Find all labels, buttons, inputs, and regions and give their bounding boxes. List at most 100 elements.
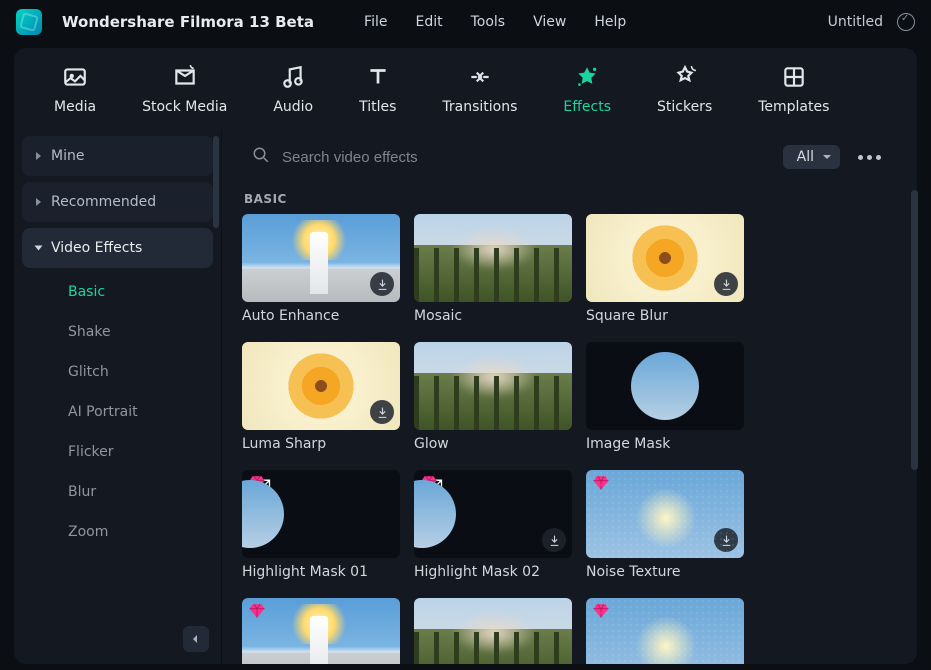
tab-label: Stickers bbox=[657, 99, 712, 115]
effect-thumbnail bbox=[586, 470, 744, 558]
title-bar: Wondershare Filmora 13 Beta File Edit Tool… bbox=[0, 0, 931, 44]
effect-card[interactable] bbox=[586, 598, 744, 664]
tab-effects[interactable]: Effects bbox=[563, 63, 611, 115]
tab-label: Media bbox=[54, 99, 96, 115]
effect-card[interactable]: Image Mask bbox=[586, 342, 744, 452]
menu-item-edit[interactable]: Edit bbox=[415, 14, 442, 30]
search-icon bbox=[252, 146, 270, 168]
sidebar-subitem-glitch[interactable]: Glitch bbox=[22, 354, 213, 390]
effect-name: Auto Enhance bbox=[242, 308, 400, 324]
tab-templates[interactable]: Templates bbox=[758, 63, 829, 115]
effects-icon bbox=[573, 63, 601, 91]
effect-thumbnail bbox=[414, 598, 572, 664]
effect-card[interactable] bbox=[242, 598, 400, 664]
main-menu: File Edit Tools View Help bbox=[364, 14, 626, 30]
audio-icon bbox=[279, 63, 307, 91]
effect-card[interactable]: Luma Sharp bbox=[242, 342, 400, 452]
chevron-right-icon bbox=[36, 152, 41, 160]
download-button[interactable] bbox=[542, 528, 566, 552]
download-button[interactable] bbox=[714, 272, 738, 296]
menu-item-view[interactable]: View bbox=[533, 14, 566, 30]
menu-item-help[interactable]: Help bbox=[594, 14, 626, 30]
sidebar-scrollbar[interactable] bbox=[213, 136, 219, 228]
download-button[interactable] bbox=[370, 272, 394, 296]
effect-name: Highlight Mask 01 bbox=[242, 564, 400, 580]
sidebar-subitem-zoom[interactable]: Zoom bbox=[22, 514, 213, 550]
filter-dropdown[interactable]: All bbox=[783, 145, 840, 169]
document-title: Untitled bbox=[828, 14, 883, 30]
media-icon bbox=[61, 63, 89, 91]
tab-label: Effects bbox=[563, 99, 611, 115]
tab-media[interactable]: Media bbox=[54, 63, 96, 115]
sidebar-subitem-shake[interactable]: Shake bbox=[22, 314, 213, 350]
tab-label: Transitions bbox=[442, 99, 517, 115]
sidebar-item-mine[interactable]: Mine bbox=[22, 136, 213, 176]
sidebar-subitem-blur[interactable]: Blur bbox=[22, 474, 213, 510]
effect-thumbnail bbox=[242, 598, 400, 664]
more-options-button[interactable] bbox=[852, 155, 887, 160]
sidebar-subitem-flicker[interactable]: Flicker bbox=[22, 434, 213, 470]
effect-thumbnail bbox=[242, 470, 400, 558]
sidebar-subitem-ai-portrait[interactable]: AI Portrait bbox=[22, 394, 213, 430]
effect-thumbnail bbox=[586, 598, 744, 664]
effect-card[interactable]: Highlight Mask 02 bbox=[414, 470, 572, 580]
download-button[interactable] bbox=[714, 528, 738, 552]
content-scrollbar[interactable] bbox=[911, 190, 918, 470]
effect-card[interactable]: Glow bbox=[414, 342, 572, 452]
sidebar-subitem-basic[interactable]: Basic bbox=[22, 274, 213, 310]
sidebar-item-video-effects[interactable]: Video Effects bbox=[22, 228, 213, 268]
effect-thumbnail bbox=[242, 342, 400, 430]
premium-icon bbox=[592, 602, 612, 622]
tab-transitions[interactable]: Transitions bbox=[442, 63, 517, 115]
effect-name: Image Mask bbox=[586, 436, 744, 452]
chevron-down-icon bbox=[822, 152, 832, 162]
sidebar: Mine Recommended Video Effects Basic Shake Gl… bbox=[14, 130, 222, 664]
section-header: BASIC bbox=[222, 182, 917, 214]
effect-card[interactable] bbox=[414, 598, 572, 664]
sidebar-item-recommended[interactable]: Recommended bbox=[22, 182, 213, 222]
tab-label: Templates bbox=[758, 99, 829, 115]
templates-icon bbox=[780, 63, 808, 91]
effect-card[interactable]: Square Blur bbox=[586, 214, 744, 324]
sync-status-icon[interactable] bbox=[897, 13, 915, 31]
premium-icon bbox=[592, 474, 612, 494]
collapse-sidebar-button[interactable] bbox=[183, 626, 209, 652]
content-panel: All BASIC Auto Enhance Mosaic Square Blur L… bbox=[222, 130, 917, 664]
tab-label: Titles bbox=[359, 99, 396, 115]
search-bar: All bbox=[232, 132, 907, 182]
menu-item-tools[interactable]: Tools bbox=[471, 14, 506, 30]
tab-audio[interactable]: Audio bbox=[273, 63, 313, 115]
download-button[interactable] bbox=[370, 400, 394, 424]
effect-thumbnail bbox=[586, 214, 744, 302]
tab-titles[interactable]: Titles bbox=[359, 63, 396, 115]
premium-icon bbox=[248, 474, 268, 494]
effect-card[interactable]: Noise Texture bbox=[586, 470, 744, 580]
effect-name: Glow bbox=[414, 436, 572, 452]
tab-stickers[interactable]: Stickers bbox=[657, 63, 712, 115]
transitions-icon bbox=[466, 63, 494, 91]
effect-name: Square Blur bbox=[586, 308, 744, 324]
chevron-down-icon bbox=[35, 246, 43, 251]
premium-icon bbox=[420, 474, 440, 494]
effect-card[interactable]: Mosaic bbox=[414, 214, 572, 324]
search-input[interactable] bbox=[282, 149, 771, 166]
tab-stock-media[interactable]: Stock Media bbox=[142, 63, 227, 115]
filter-label: All bbox=[797, 149, 814, 165]
effect-thumbnail bbox=[414, 470, 572, 558]
effect-card[interactable]: Auto Enhance bbox=[242, 214, 400, 324]
library-tabs: Media Stock Media Audio Titles Transitions Ef… bbox=[14, 48, 917, 130]
effect-card[interactable]: Highlight Mask 01 bbox=[242, 470, 400, 580]
effects-grid: Auto Enhance Mosaic Square Blur Luma Sharp G… bbox=[222, 214, 917, 664]
effect-thumbnail bbox=[414, 342, 572, 430]
app-logo-icon bbox=[16, 9, 42, 35]
effect-name: Luma Sharp bbox=[242, 436, 400, 452]
stock-media-icon bbox=[171, 63, 199, 91]
effect-name: Mosaic bbox=[414, 308, 572, 324]
chevron-right-icon bbox=[36, 198, 41, 206]
effect-name: Noise Texture bbox=[586, 564, 744, 580]
workspace: Media Stock Media Audio Titles Transitions Ef… bbox=[14, 48, 917, 664]
menu-item-file[interactable]: File bbox=[364, 14, 387, 30]
tab-label: Stock Media bbox=[142, 99, 227, 115]
titles-icon bbox=[364, 63, 392, 91]
app-title: Wondershare Filmora 13 Beta bbox=[62, 13, 314, 31]
